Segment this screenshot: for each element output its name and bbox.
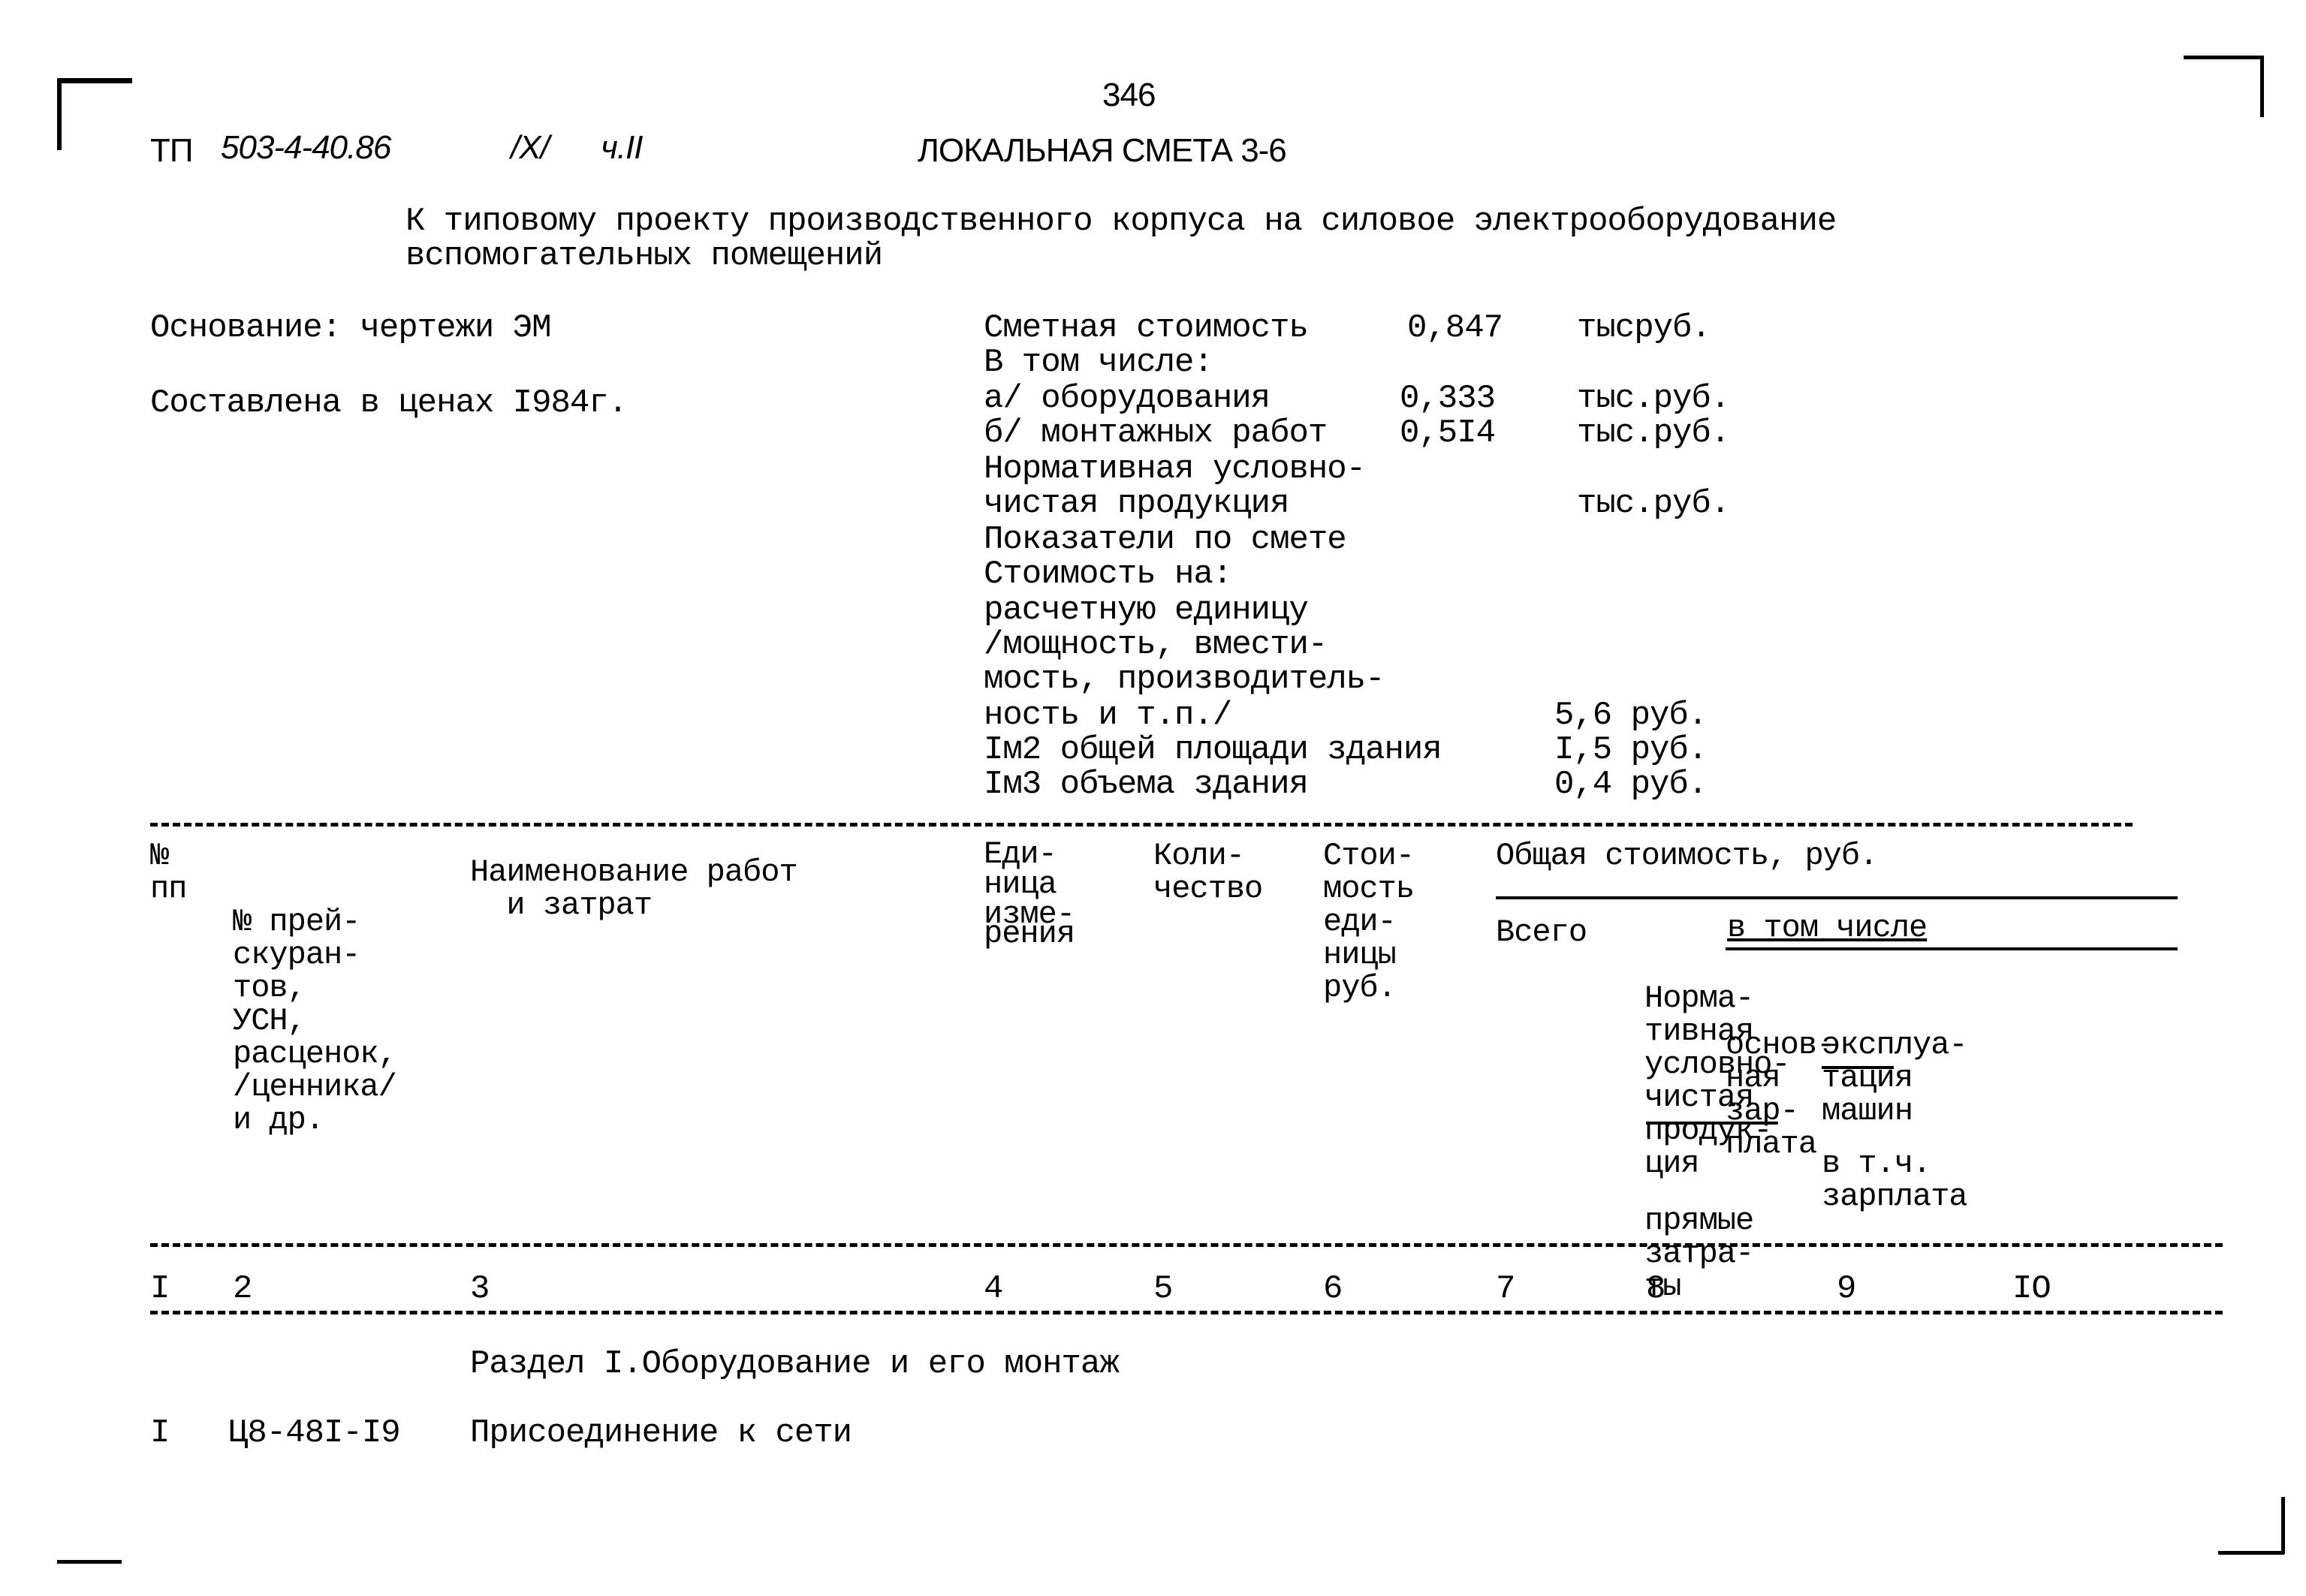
cost-per-label: Стоимость на: xyxy=(984,556,1232,593)
normative-label-1: Нормативная условно- xyxy=(984,450,1366,488)
header-col9: основ-ная зар-плата xyxy=(1726,1027,1835,1162)
header-col10-bottom: в т.ч. зарплата xyxy=(1822,1146,1968,1215)
estimated-cost-value: 0,847 xyxy=(1407,309,1503,347)
header-col3: Наименование работ и затрат xyxy=(470,854,798,923)
section-title: Раздел I.Оборудование и его монтаж xyxy=(470,1345,1120,1383)
header-total-group: Общая стоимость, руб. xyxy=(1496,838,1878,874)
installation-label: б/ монтажных работ xyxy=(984,414,1328,452)
normative-unit: тыс.руб. xyxy=(1577,485,1730,522)
column-number: 2 xyxy=(233,1270,252,1308)
unit-label-2: /мощность, вмести- xyxy=(984,626,1328,664)
col10-rule xyxy=(1822,1066,1894,1069)
prices-year: Составлена в ценах I984г. xyxy=(150,384,628,422)
corner-mark-top-left xyxy=(57,78,132,83)
header-bottom-divider xyxy=(150,1243,2223,1247)
installation-unit: тыс.руб. xyxy=(1577,414,1730,452)
unit-value: 5,6 руб. xyxy=(1554,697,1708,734)
subtitle-line-1: К типовому проекту производственного кор… xyxy=(405,203,1837,240)
row-number: I xyxy=(150,1414,170,1452)
page-number: 346 xyxy=(1102,77,1156,113)
subtitle-line-2: вспомогательных помещений xyxy=(405,237,883,275)
equipment-value: 0,333 xyxy=(1400,380,1496,417)
header-col2: № прей-скуран-тов, УСН, расценок,/ценника/… xyxy=(233,904,397,1138)
header-col6: Стои-мость еди-ницы руб. xyxy=(1323,838,1415,1006)
estimated-cost-unit: тысруб. xyxy=(1577,309,1711,347)
column-number: 8 xyxy=(1646,1270,1665,1308)
doc-part: ч.II xyxy=(601,129,643,166)
unit-label-3: мость, производитель- xyxy=(984,661,1385,698)
column-number: 3 xyxy=(470,1270,490,1308)
document-title: ЛОКАЛЬНАЯ СМЕТА 3-6 xyxy=(918,132,1287,169)
including-label: В том числе: xyxy=(984,344,1213,381)
column-number: 5 xyxy=(1153,1270,1173,1308)
doc-code: 503-4-40.86 xyxy=(221,129,391,166)
corner-mark-top-right xyxy=(2184,56,2262,59)
column-number: 9 xyxy=(1837,1270,1856,1308)
table-top-divider xyxy=(150,823,2133,827)
equipment-label: а/ оборудования xyxy=(984,380,1271,417)
equipment-unit: тыс.руб. xyxy=(1577,380,1730,417)
indicators-label: Показатели по смете xyxy=(984,521,1347,559)
column-number: 4 xyxy=(984,1270,1003,1308)
header-col4: Еди-ница изме-рения xyxy=(984,836,1075,952)
estimated-cost-label: Сметная стоимость xyxy=(984,309,1309,347)
incl-group-rule xyxy=(1726,947,2178,950)
area-value: I,5 руб. xyxy=(1554,731,1708,769)
corner-mark-bottom-right xyxy=(2281,1497,2285,1554)
doc-code-prefix: ТП xyxy=(150,132,194,169)
total-group-rule xyxy=(1496,896,2178,899)
volume-value: 0,4 руб. xyxy=(1554,766,1708,803)
corner-mark-bottom-left xyxy=(57,1560,122,1564)
column-numbers-divider xyxy=(150,1311,2223,1314)
corner-mark-bottom-right xyxy=(2218,1551,2284,1555)
column-number: 6 xyxy=(1323,1270,1343,1308)
unit-label-4: ность и т.п./ xyxy=(984,697,1232,734)
corner-mark-top-right xyxy=(2260,56,2264,117)
installation-value: 0,5I4 xyxy=(1400,414,1496,452)
header-col7: Всего xyxy=(1496,914,1587,950)
corner-mark-top-left xyxy=(57,78,62,150)
row-code: Ц8-48I-I9 xyxy=(228,1414,401,1452)
normative-label-2: чистая продукция xyxy=(984,485,1289,522)
column-number: IO xyxy=(2012,1270,2051,1308)
header-col1: № пп xyxy=(150,838,187,907)
header-col5: Коли-чество xyxy=(1153,838,1263,907)
basis: Основание: чертежи ЭМ xyxy=(150,309,551,347)
area-label: Iм2 общей площади здания xyxy=(984,731,1442,769)
unit-label-1: расчетную единицу xyxy=(984,592,1309,629)
header-incl-group: в том числе xyxy=(1727,910,1928,946)
doc-volume: /X/ xyxy=(511,129,550,166)
row-name: Присоединение к сети xyxy=(470,1414,852,1452)
volume-label: Iм3 объема здания xyxy=(984,766,1309,803)
column-number: 7 xyxy=(1496,1270,1515,1308)
column-number: I xyxy=(150,1270,170,1308)
